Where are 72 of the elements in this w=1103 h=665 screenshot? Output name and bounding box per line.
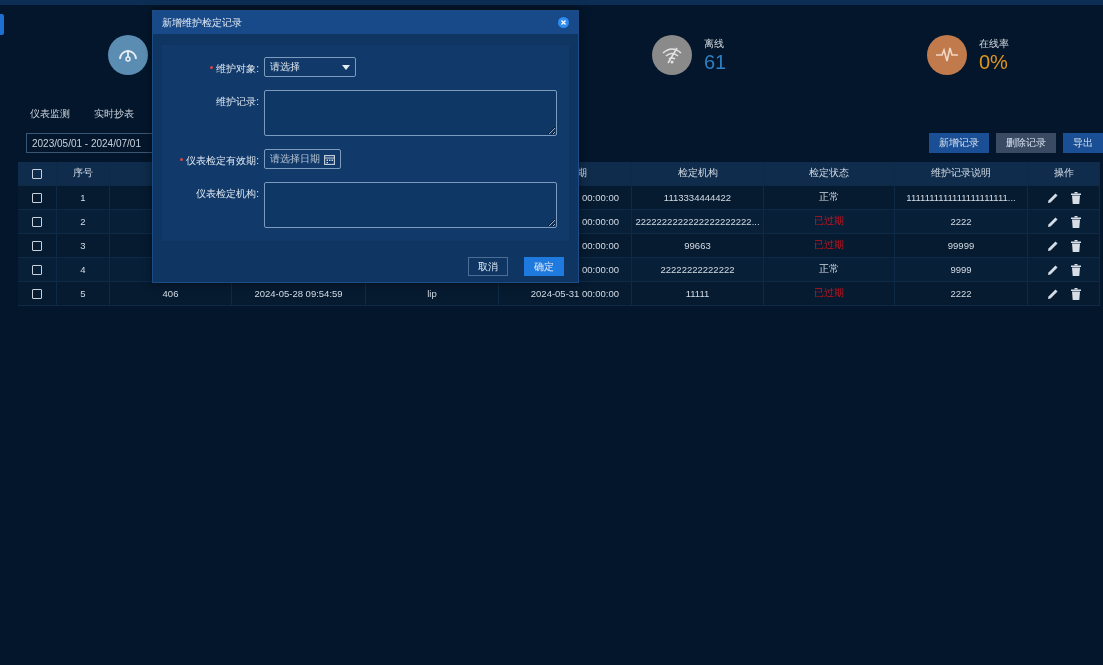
status-text: 正常 <box>819 263 839 276</box>
table-cell: 00:00:00 <box>582 192 619 203</box>
table-cell: 2222 <box>950 216 972 227</box>
checkbox[interactable] <box>32 240 42 251</box>
wifi-off-icon <box>661 46 683 64</box>
table-cell: 1 <box>80 192 86 203</box>
checkbox[interactable] <box>32 264 42 275</box>
table-cell: 00:00:00 <box>582 264 619 275</box>
dialog-button[interactable]: 取消 <box>468 257 508 276</box>
status-text: 已过期 <box>814 239 844 252</box>
date-field[interactable]: 请选择日期 <box>264 149 341 169</box>
field-label: 仪表检定有效期: <box>186 154 259 168</box>
checkbox[interactable] <box>32 168 42 179</box>
table-cell: 2024-05-31 00:00:00 <box>530 288 619 299</box>
stat-value: 0% <box>979 51 1008 73</box>
table-cell: 22222222222222 <box>660 264 735 275</box>
table-cell: 00:00:00 <box>582 216 619 227</box>
field-label: 维护对象: <box>216 62 259 76</box>
column-header: 序号 <box>73 167 93 180</box>
column-header: 检定状态 <box>809 167 849 180</box>
field-label: 维护记录: <box>216 95 259 109</box>
dialog-title: 新增维护检定记录 <box>162 15 242 30</box>
table-cell: 3 <box>80 240 86 251</box>
table-cell: 99999 <box>947 240 975 251</box>
field-label: 仪表检定机构: <box>196 187 259 201</box>
checkbox[interactable] <box>32 288 42 299</box>
trash-icon[interactable] <box>1070 287 1081 300</box>
tab[interactable]: 实时抄表 <box>94 107 134 121</box>
status-text: 正常 <box>819 191 839 204</box>
toolbar-button[interactable]: 删除记录 <box>996 133 1056 153</box>
table-cell: 5 <box>80 288 86 299</box>
tab[interactable]: 仪表监测 <box>30 107 70 121</box>
trash-icon[interactable] <box>1070 263 1081 276</box>
column-header: 操作 <box>1053 167 1074 180</box>
dialog-button[interactable]: 确定 <box>524 257 564 276</box>
table-cell: lip <box>427 288 437 299</box>
checkbox[interactable] <box>32 192 42 203</box>
close-icon[interactable] <box>558 17 569 28</box>
toolbar-button[interactable]: 导出 <box>1063 133 1103 153</box>
edit-icon[interactable] <box>1046 263 1059 276</box>
checkbox[interactable] <box>32 216 42 227</box>
table-cell: 9999 <box>950 264 972 275</box>
edit-icon[interactable] <box>1046 191 1059 204</box>
table-cell: 1111111111111111111111... <box>906 192 1016 203</box>
stat-value: 61 <box>704 51 727 73</box>
table-cell: 406 <box>162 288 179 299</box>
table-cell: 2 <box>80 216 86 227</box>
column-header: 维护记录说明 <box>931 167 991 180</box>
caret-icon <box>342 64 350 70</box>
select-field[interactable]: 请选择 <box>264 57 356 77</box>
table-cell: 2222222222222222222222... <box>635 216 760 227</box>
pulse-icon <box>935 47 959 63</box>
table-cell: 2024-05-28 09:54:59 <box>254 288 343 299</box>
table-cell: 4 <box>80 264 86 275</box>
table-cell: 1113334444422 <box>663 192 732 203</box>
status-text: 已过期 <box>814 215 844 228</box>
edit-icon[interactable] <box>1046 215 1059 228</box>
edit-icon[interactable] <box>1046 287 1059 300</box>
stat-label: 在线率 <box>979 37 1009 51</box>
column-header: 检定机构 <box>677 167 718 180</box>
edit-icon[interactable] <box>1046 239 1059 252</box>
table-cell: 00:00:00 <box>582 240 619 251</box>
table-cell: 2222 <box>950 288 972 299</box>
table-cell: 11111 <box>685 288 710 299</box>
table-cell: 99663 <box>684 240 711 251</box>
trash-icon[interactable] <box>1070 215 1081 228</box>
trash-icon[interactable] <box>1070 191 1081 204</box>
stat-label: 离线 <box>704 37 724 51</box>
status-text: 已过期 <box>814 287 844 300</box>
trash-icon[interactable] <box>1070 239 1081 252</box>
calendar-icon <box>324 153 335 165</box>
toolbar-button[interactable]: 新增记录 <box>929 133 989 153</box>
